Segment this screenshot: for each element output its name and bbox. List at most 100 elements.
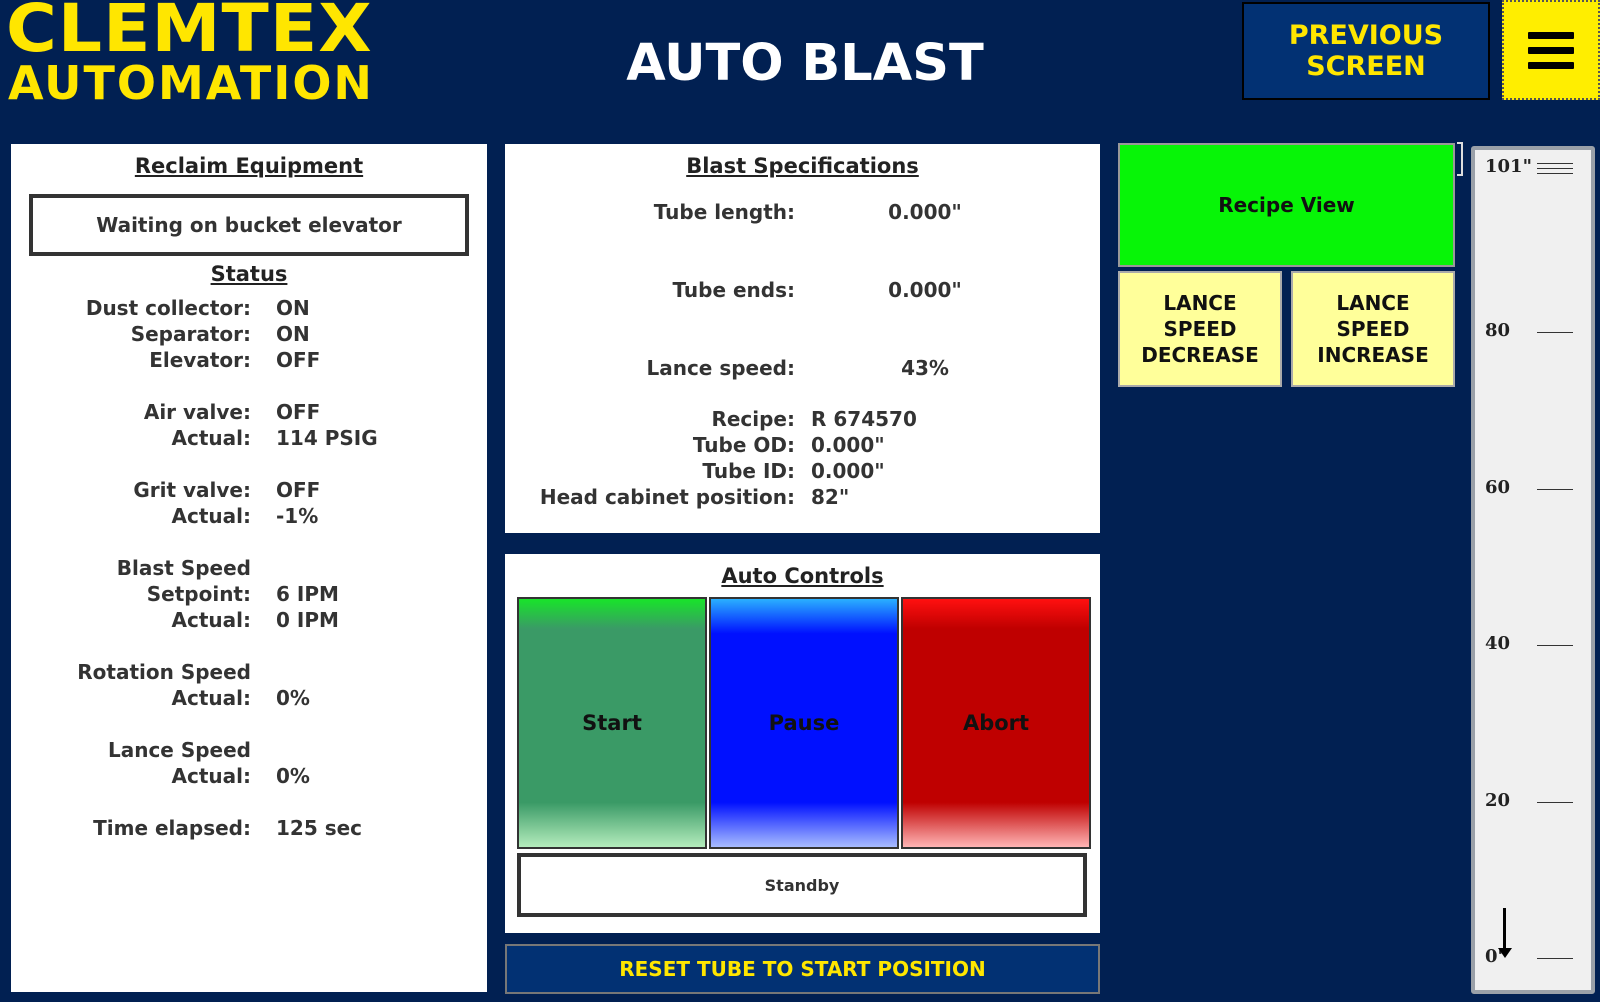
status-label: Actual: bbox=[171, 608, 251, 632]
menu-bar bbox=[1528, 31, 1574, 39]
pause-button[interactable]: Pause bbox=[709, 597, 899, 849]
status-title: Status bbox=[210, 262, 288, 286]
status-row: Time elapsed: 125 sec bbox=[11, 816, 487, 842]
status-row: Grit valve: OFF bbox=[11, 478, 487, 504]
status-row: Dust collector: ON bbox=[11, 296, 487, 322]
tube-position-gauge: 101" 80 60 40 20 0" bbox=[1471, 146, 1595, 994]
status-label: Setpoint: bbox=[146, 582, 251, 606]
lance-speed-decrease-button[interactable]: LANCE SPEED DECREASE bbox=[1118, 271, 1282, 387]
gauge-tick-line bbox=[1537, 801, 1573, 803]
position-arrow-icon bbox=[1498, 948, 1512, 958]
auto-controls-panel: Auto Controls Start Pause Abort Standby bbox=[505, 554, 1100, 933]
gauge-tick-label: 101" bbox=[1485, 156, 1532, 177]
tube-ends-value: 0.000" bbox=[888, 278, 962, 302]
spec-row: Tube ends: 0.000" bbox=[505, 278, 1100, 306]
tube-length-label: Tube length: bbox=[653, 200, 795, 224]
gauge-tick-line bbox=[1537, 958, 1573, 959]
status-row: Separator: ON bbox=[11, 322, 487, 348]
gauge-tick-label: 60 bbox=[1485, 476, 1511, 498]
recipe-view-button[interactable]: Recipe View bbox=[1118, 143, 1455, 267]
reclaim-title: Reclaim Equipment bbox=[134, 154, 364, 178]
menu-bar bbox=[1528, 61, 1574, 69]
reclaim-message: Waiting on bucket elevator bbox=[29, 194, 469, 256]
status-label: Time elapsed: bbox=[93, 816, 251, 840]
gauge-tick-line bbox=[1537, 488, 1573, 490]
recipe-label: Recipe: bbox=[711, 407, 795, 431]
status-value: OFF bbox=[276, 348, 321, 372]
status-row: Actual: 0% bbox=[11, 686, 487, 712]
machine-state-display: Standby bbox=[517, 853, 1087, 917]
gauge-tick-line bbox=[1537, 168, 1573, 169]
lance-speed-label: Lance speed: bbox=[646, 356, 795, 380]
status-row: Air valve: OFF bbox=[11, 400, 487, 426]
reset-tube-button[interactable]: RESET TUBE TO START POSITION bbox=[505, 944, 1100, 994]
previous-screen-button[interactable]: PREVIOUS SCREEN bbox=[1242, 2, 1490, 100]
status-row: Actual: -1% bbox=[11, 504, 487, 530]
abort-button[interactable]: Abort bbox=[901, 597, 1091, 849]
status-value: OFF bbox=[276, 478, 321, 502]
page-title: AUTO BLAST bbox=[626, 34, 984, 93]
status-row: Rotation Speed bbox=[11, 660, 487, 686]
status-row: Actual: 114 PSIG bbox=[11, 426, 487, 452]
lance-speed-value: 43% bbox=[901, 356, 949, 380]
status-value: ON bbox=[276, 322, 310, 346]
status-label: Lance Speed bbox=[107, 738, 251, 762]
bracket-decoration bbox=[1457, 142, 1463, 176]
status-row: Actual: 0 IPM bbox=[11, 608, 487, 634]
spec-row: Tube OD: 0.000" bbox=[505, 433, 1100, 461]
status-label: Actual: bbox=[171, 764, 251, 788]
status-row: Lance Speed bbox=[11, 738, 487, 764]
gauge-tick-line bbox=[1537, 645, 1573, 647]
status-label: Actual: bbox=[171, 504, 251, 528]
tube-od-label: Tube OD: bbox=[692, 433, 795, 457]
gauge-tick-line bbox=[1537, 173, 1573, 174]
blast-specifications-panel: Blast Specifications Tube length: 0.000"… bbox=[505, 144, 1100, 533]
spec-row: Recipe: R 674570 bbox=[505, 407, 1100, 435]
status-label: Grit valve: bbox=[133, 478, 251, 502]
status-value: 0% bbox=[276, 686, 310, 710]
status-label: Elevator: bbox=[149, 348, 251, 372]
status-row: Elevator: OFF bbox=[11, 348, 487, 374]
status-label: Actual: bbox=[171, 426, 251, 450]
status-label: Separator: bbox=[130, 322, 251, 346]
spec-row: Head cabinet position: 82" bbox=[505, 485, 1100, 513]
tube-id-label: Tube ID: bbox=[702, 459, 795, 483]
menu-bar bbox=[1528, 46, 1574, 54]
status-label: Air valve: bbox=[143, 400, 251, 424]
hamburger-menu-icon[interactable] bbox=[1502, 0, 1600, 100]
status-row: Setpoint: 6 IPM bbox=[11, 582, 487, 608]
status-label: Blast Speed bbox=[116, 556, 251, 580]
head-cabinet-value: 82" bbox=[811, 485, 850, 509]
gauge-tick-label: 20 bbox=[1485, 789, 1511, 811]
spec-row: Lance speed: 43% bbox=[505, 356, 1100, 384]
position-needle bbox=[1503, 908, 1506, 950]
status-value: 6 IPM bbox=[276, 582, 339, 606]
specs-title: Blast Specifications bbox=[686, 154, 919, 178]
status-row: Blast Speed bbox=[11, 556, 487, 582]
status-value: 125 sec bbox=[276, 816, 363, 840]
status-value: 0% bbox=[276, 764, 310, 788]
head-cabinet-label: Head cabinet position: bbox=[539, 485, 795, 509]
spec-row: Tube length: 0.000" bbox=[505, 200, 1100, 228]
lance-speed-increase-button[interactable]: LANCE SPEED INCREASE bbox=[1291, 271, 1455, 387]
recipe-value: R 674570 bbox=[811, 407, 917, 431]
logo-automation: AUTOMATION bbox=[8, 56, 374, 110]
controls-title: Auto Controls bbox=[721, 564, 884, 588]
reclaim-equipment-panel: Reclaim Equipment Waiting on bucket elev… bbox=[11, 144, 487, 992]
status-value: -1% bbox=[276, 504, 319, 528]
tube-length-value: 0.000" bbox=[888, 200, 962, 224]
status-label: Actual: bbox=[171, 686, 251, 710]
status-row: Actual: 0% bbox=[11, 764, 487, 790]
gauge-tick-label: 80 bbox=[1485, 320, 1511, 342]
spec-row: Tube ID: 0.000" bbox=[505, 459, 1100, 487]
start-button[interactable]: Start bbox=[517, 597, 707, 849]
gauge-tick-label: 40 bbox=[1485, 633, 1511, 655]
logo-clemtex: CLEMTEX bbox=[6, 0, 373, 67]
status-value: OFF bbox=[276, 400, 321, 424]
status-value: 0 IPM bbox=[276, 608, 339, 632]
tube-id-value: 0.000" bbox=[811, 459, 885, 483]
tube-ends-label: Tube ends: bbox=[672, 278, 795, 302]
gauge-tick-line bbox=[1537, 332, 1573, 334]
status-label: Dust collector: bbox=[85, 296, 251, 320]
status-value: 114 PSIG bbox=[276, 426, 378, 450]
